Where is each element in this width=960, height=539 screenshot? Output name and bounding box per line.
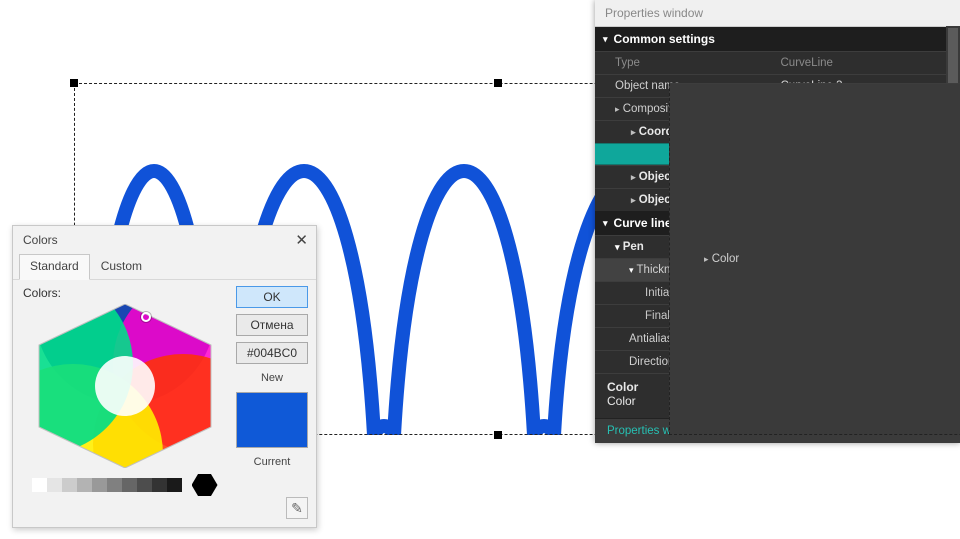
current-swatch-label: Current <box>236 456 308 468</box>
chevron-down-icon: ▾ <box>603 34 608 45</box>
new-color-swatch <box>236 392 308 448</box>
color-dialog-tabs: Standard Custom <box>13 253 316 280</box>
close-icon[interactable]: ✕ <box>295 231 308 249</box>
selection-handle-n[interactable] <box>494 79 502 87</box>
eyedropper-icon[interactable]: ✎ <box>286 497 308 519</box>
chevron-right-icon: ▸ <box>631 172 636 182</box>
new-swatch-label: New <box>236 372 308 384</box>
color-wheel-cursor[interactable] <box>141 312 151 322</box>
row-type-label: Type <box>595 52 773 74</box>
gray-strip[interactable] <box>23 474 226 496</box>
chevron-right-icon: ▸ <box>631 195 636 205</box>
ok-button[interactable]: OK <box>236 286 308 308</box>
color-dialog: Colors ✕ Standard Custom Colors: <box>12 225 317 528</box>
chevron-right-icon: ▸ <box>704 254 709 264</box>
hex-value-field[interactable]: #004BC0 <box>236 342 308 364</box>
chevron-right-icon: ▸ <box>615 104 620 114</box>
chevron-right-icon: ▸ <box>631 127 636 137</box>
properties-panel-title: Properties window <box>595 0 960 27</box>
selection-handle-nw[interactable] <box>70 79 78 87</box>
section-common-settings[interactable]: ▾ Common settings <box>595 27 960 51</box>
properties-panel: Properties window ▾ Common settings Type… <box>595 0 960 443</box>
selection-handle-s[interactable] <box>494 431 502 439</box>
row-color[interactable]: ▸ Color 0; 75; 192 …✎ <box>669 83 960 435</box>
row-pen-label: Pen <box>623 241 644 253</box>
colors-label: Colors: <box>23 286 226 300</box>
chevron-down-icon: ▾ <box>615 242 620 252</box>
color-dialog-title: Colors <box>23 233 58 247</box>
black-hex-icon[interactable] <box>192 474 218 496</box>
tab-custom[interactable]: Custom <box>90 254 153 280</box>
row-type: Type CurveLine <box>595 51 960 74</box>
chevron-down-icon: ▾ <box>603 218 608 229</box>
color-hex-wheel[interactable] <box>33 304 217 468</box>
tab-standard[interactable]: Standard <box>19 254 90 280</box>
cancel-button[interactable]: Отмена <box>236 314 308 336</box>
row-type-value: CurveLine <box>773 52 951 74</box>
row-color-label: Color <box>712 253 739 265</box>
property-description-text: Color <box>607 394 636 408</box>
chevron-down-icon: ▾ <box>629 265 634 275</box>
section-common-label: Common settings <box>614 32 715 46</box>
